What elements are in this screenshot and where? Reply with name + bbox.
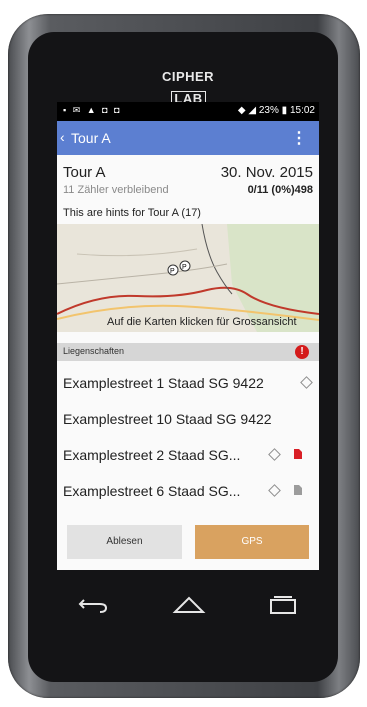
back-nav-icon[interactable] (78, 592, 110, 616)
brand-logo: CIPHERLAB (161, 69, 215, 107)
signal-icon: ◢ (248, 105, 257, 116)
tour-hints: This are hints for Tour A (17) (63, 207, 201, 219)
status-right: ◆ ◢ 23% ▮ 15:02 (238, 105, 315, 116)
svg-text:P: P (170, 268, 175, 275)
list-item[interactable]: Examplestreet 2 Staad SG... (57, 437, 319, 473)
address-label: Examplestreet 2 Staad SG... (63, 447, 241, 463)
phone-screen: ▪ ✉ ▲ ◘ ◘ ◆ ◢ 23% ▮ 15:02 ‹ Tour A ⋮ Tou… (57, 102, 319, 570)
list-item[interactable]: Examplestreet 6 Staad SG... (57, 473, 319, 509)
tour-date: 30. Nov. 2015 (220, 164, 313, 181)
status-bar: ▪ ✉ ▲ ◘ ◘ ◆ ◢ 23% ▮ 15:02 (57, 102, 319, 121)
progress-stats: 0/11 (0%)498 (247, 184, 313, 196)
address-label: Examplestreet 6 Staad SG... (63, 483, 241, 499)
wifi-icon: ◆ (237, 105, 246, 116)
back-chevron-icon[interactable]: ‹ (60, 129, 65, 145)
section-header: Liegenschaften ! (57, 343, 319, 361)
app-bar-title[interactable]: Tour A (71, 130, 111, 146)
diamond-icon (268, 448, 281, 461)
gps-button[interactable]: GPS (195, 525, 309, 559)
battery-icon: ▮ (281, 105, 288, 116)
battery-percent: 23% (258, 105, 279, 116)
home-nav-icon[interactable] (172, 592, 206, 616)
app-bar: ‹ Tour A ⋮ (57, 121, 319, 155)
document-icon[interactable] (294, 449, 302, 459)
address-label: Examplestreet 1 Staad SG 9422 (63, 375, 264, 391)
map-preview[interactable]: P P Auf die Karten klicken für Grossansi… (57, 224, 319, 332)
section-label: Liegenschaften (63, 346, 125, 356)
remaining-count: 11 Zähler verbleibend (63, 184, 169, 196)
address-label: Examplestreet 10 Staad SG 9422 (63, 411, 272, 427)
diamond-icon (268, 484, 281, 497)
svg-text:P: P (182, 264, 187, 271)
document-icon[interactable] (294, 485, 302, 495)
tour-name: Tour A (63, 164, 106, 181)
ablesen-button[interactable]: Ablesen (67, 525, 182, 559)
alert-icon[interactable]: ! (295, 345, 309, 359)
recents-nav-icon[interactable] (268, 592, 298, 616)
list-item[interactable]: Examplestreet 1 Staad SG 9422 (57, 365, 319, 401)
diamond-icon (300, 376, 313, 389)
map-caption: Auf die Karten klicken für Grossansicht (107, 316, 297, 328)
notification-icons: ▪ ✉ ▲ ◘ ◘ (63, 105, 122, 115)
overflow-menu-icon[interactable]: ⋮ (291, 128, 307, 148)
list-item[interactable]: Examplestreet 10 Staad SG 9422 (57, 401, 319, 437)
clock: 15:02 (289, 105, 315, 116)
